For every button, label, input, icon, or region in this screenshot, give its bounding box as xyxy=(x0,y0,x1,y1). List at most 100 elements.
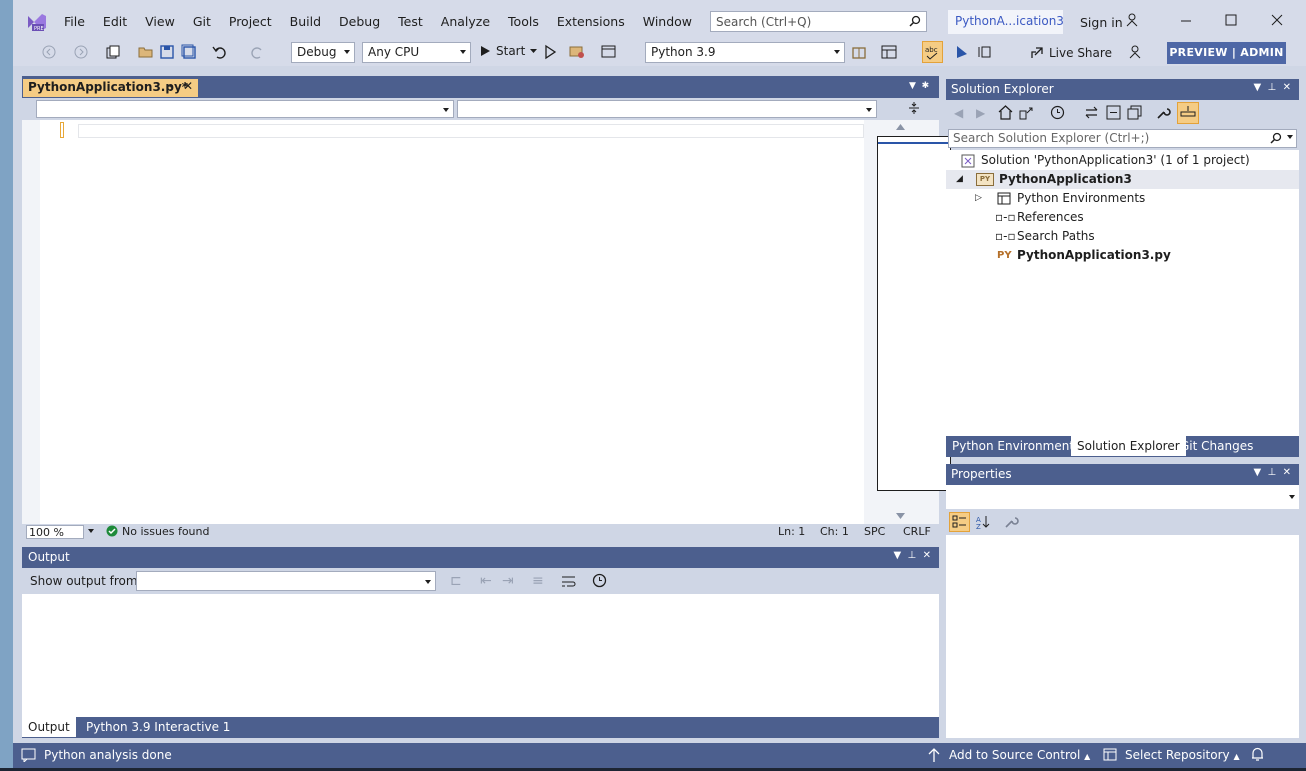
alphabetical-sort-icon[interactable]: AZ xyxy=(975,514,991,530)
show-all-files-icon[interactable] xyxy=(1127,105,1142,120)
code-editor[interactable] xyxy=(22,120,952,525)
menu-window[interactable]: Window xyxy=(634,14,701,30)
se-dropdown-icon[interactable]: ▼ xyxy=(1253,82,1261,93)
vertical-scrollbar[interactable] xyxy=(864,120,952,525)
se-forward-icon[interactable]: ▶ xyxy=(976,106,985,120)
menu-extensions[interactable]: Extensions xyxy=(548,14,634,30)
redo-icon[interactable] xyxy=(249,44,265,60)
scroll-down-icon[interactable] xyxy=(896,513,905,519)
issues-check-icon[interactable] xyxy=(106,525,118,537)
properties-dropdown-icon[interactable]: ▼ xyxy=(1253,467,1261,478)
menu-file[interactable]: File xyxy=(55,14,94,30)
se-close-icon[interactable]: ✕ xyxy=(1283,82,1291,93)
menu-debug[interactable]: Debug xyxy=(330,14,389,30)
switch-views-icon[interactable] xyxy=(1019,105,1034,120)
output-dropdown-icon[interactable]: ▼ xyxy=(893,550,901,561)
menu-test[interactable]: Test xyxy=(389,14,432,30)
configuration-dropdown[interactable]: Debug xyxy=(291,42,355,63)
zoom-dropdown[interactable]: 100 % xyxy=(26,525,84,539)
properties-object-dropdown[interactable] xyxy=(946,485,1299,509)
attach-process-icon[interactable] xyxy=(569,44,585,60)
tree-item-python-environments[interactable]: ▷ Python Environments xyxy=(946,189,1299,208)
maximize-icon[interactable] xyxy=(1223,12,1239,28)
menu-view[interactable]: View xyxy=(136,14,184,30)
types-dropdown[interactable] xyxy=(36,100,454,118)
pending-changes-filter-icon[interactable] xyxy=(1050,105,1065,120)
navigate-back-icon[interactable] xyxy=(41,44,57,60)
user-feedback-icon[interactable] xyxy=(1127,44,1143,60)
tab-python-interactive[interactable]: Python 3.9 Interactive 1 xyxy=(80,717,236,737)
start-debugging-button[interactable]: Start xyxy=(480,44,538,58)
output-close-icon[interactable]: ✕ xyxy=(923,550,931,561)
undo-icon[interactable] xyxy=(212,44,228,60)
tab-git-changes[interactable]: Git Changes xyxy=(1174,436,1259,456)
open-file-icon[interactable] xyxy=(138,44,154,60)
search-box[interactable]: Search (Ctrl+Q) xyxy=(710,11,927,32)
save-icon[interactable] xyxy=(159,44,175,60)
notifications-bell-icon[interactable] xyxy=(1251,747,1264,762)
se-search-options-icon[interactable] xyxy=(1287,135,1293,139)
indent-icon[interactable] xyxy=(976,44,992,60)
sync-with-active-document-icon[interactable] xyxy=(1084,105,1099,120)
preview-selected-items-icon[interactable] xyxy=(1177,102,1199,124)
tree-item-search-paths[interactable]: ▫-▫ Search Paths xyxy=(946,227,1299,246)
spell-check-icon[interactable]: abc xyxy=(922,41,943,63)
window-layout-icon[interactable] xyxy=(601,44,617,60)
status-message-icon[interactable] xyxy=(21,748,36,762)
properties-wrench-icon[interactable] xyxy=(1156,105,1171,120)
menu-analyze[interactable]: Analyze xyxy=(432,14,499,30)
new-project-icon[interactable] xyxy=(105,44,121,60)
se-back-icon[interactable]: ◀ xyxy=(954,106,963,120)
sign-in-link[interactable]: Sign in xyxy=(1080,15,1123,30)
layout-grid-icon[interactable] xyxy=(881,44,897,60)
minimize-icon[interactable] xyxy=(1178,12,1194,28)
timestamp-clock-icon[interactable] xyxy=(592,573,607,588)
tab-pythonapplication3-py[interactable]: PythonApplication3.py* ⊸ ✕ xyxy=(23,79,198,97)
line-indicator[interactable]: Ln: 1 xyxy=(778,525,805,538)
output-source-dropdown[interactable] xyxy=(136,571,436,591)
find-message-icon[interactable]: ⊏ xyxy=(450,573,462,589)
start-without-debugging-icon[interactable] xyxy=(542,44,558,60)
select-repository-button[interactable]: Select Repository ▲ xyxy=(1125,748,1240,762)
menu-tools[interactable]: Tools xyxy=(499,14,548,30)
word-wrap-icon[interactable] xyxy=(561,573,577,589)
solution-name-badge[interactable]: PythonA...ication3 xyxy=(948,10,1064,34)
live-share-button[interactable]: Live Share xyxy=(1030,46,1112,60)
collapse-all-icon[interactable] xyxy=(1106,105,1121,120)
output-text-area[interactable] xyxy=(22,594,939,717)
pin-icon[interactable]: ⊸ xyxy=(166,82,174,92)
previous-message-icon[interactable]: ⇤ xyxy=(480,573,492,589)
output-pin-icon[interactable]: ⊥ xyxy=(908,550,917,561)
menu-build[interactable]: Build xyxy=(281,14,330,30)
feedback-icon[interactable] xyxy=(1125,13,1139,27)
close-tab-icon[interactable]: ✕ xyxy=(183,79,193,93)
menu-edit[interactable]: Edit xyxy=(94,14,136,30)
menu-project[interactable]: Project xyxy=(220,14,281,30)
tab-output[interactable]: Output xyxy=(22,717,76,737)
tab-python-environments[interactable]: Python Environments xyxy=(946,436,1086,456)
tree-item-references[interactable]: ▫-▫ References xyxy=(946,208,1299,227)
issues-status[interactable]: No issues found xyxy=(122,525,209,538)
clear-all-icon[interactable]: ≡ xyxy=(532,573,544,589)
settings-gear-icon[interactable]: ✱ xyxy=(922,81,930,91)
package-icon[interactable] xyxy=(851,44,867,60)
property-pages-wrench-icon[interactable] xyxy=(1004,514,1019,529)
solution-explorer-search[interactable]: Search Solution Explorer (Ctrl+;) xyxy=(948,129,1297,148)
tab-solution-explorer[interactable]: Solution Explorer xyxy=(1071,436,1186,456)
tree-item-project[interactable]: ◢ PY PythonApplication3 xyxy=(946,170,1299,189)
tree-item-python-file[interactable]: PY PythonApplication3.py xyxy=(946,246,1299,265)
split-editor-icon[interactable] xyxy=(908,101,920,115)
line-ending-indicator[interactable]: CRLF xyxy=(903,525,931,538)
properties-close-icon[interactable]: ✕ xyxy=(1283,467,1291,478)
home-icon[interactable] xyxy=(998,105,1013,120)
categorized-icon[interactable] xyxy=(949,512,970,532)
menu-git[interactable]: Git xyxy=(184,14,220,30)
navigate-forward-icon[interactable] xyxy=(73,44,89,60)
tab-dropdown-icon[interactable]: ▼ xyxy=(909,81,916,91)
properties-pin-icon[interactable]: ⊥ xyxy=(1268,467,1277,478)
breakpoint-pointer-icon[interactable] xyxy=(955,44,971,60)
tree-item-solution[interactable]: Solution 'PythonApplication3' (1 of 1 pr… xyxy=(946,151,1299,170)
members-dropdown[interactable] xyxy=(457,100,877,118)
expanded-chevron-icon[interactable]: ◢ xyxy=(956,170,963,189)
platform-dropdown[interactable]: Any CPU xyxy=(362,42,471,63)
